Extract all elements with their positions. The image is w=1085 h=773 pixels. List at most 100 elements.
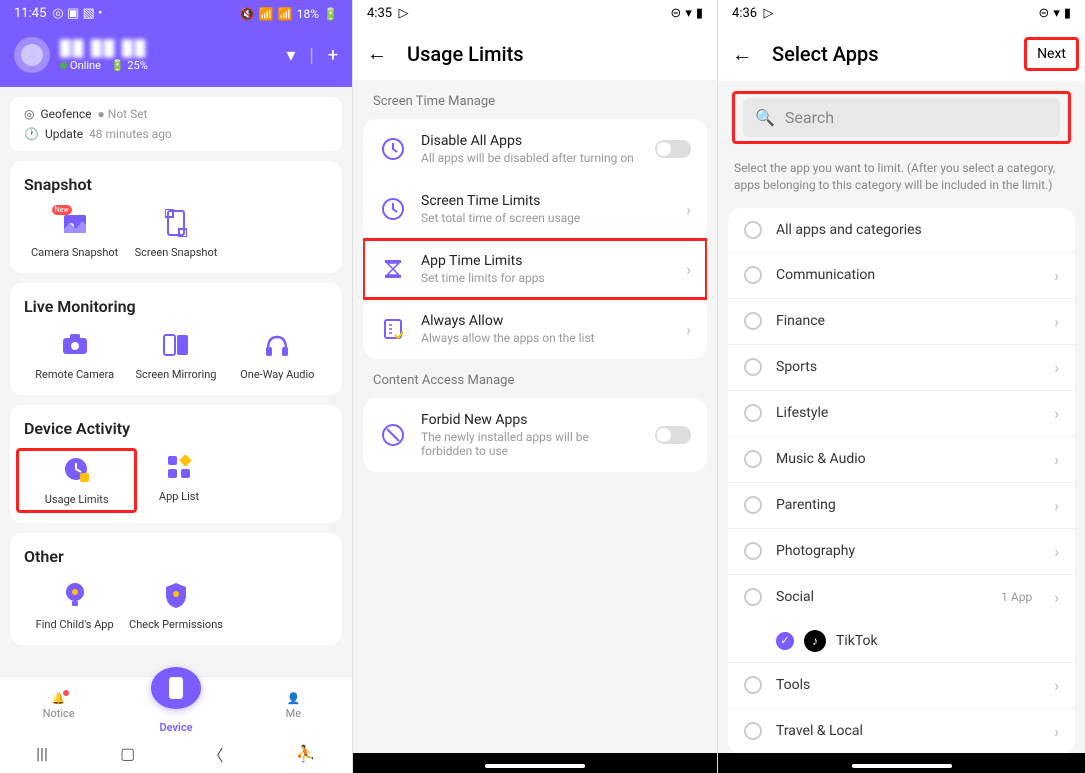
- home-indicator[interactable]: [852, 764, 952, 768]
- nav-notice[interactable]: 🔔 Notice: [0, 677, 117, 734]
- find-childs-app-item[interactable]: Find Child's App: [24, 580, 125, 631]
- avatar[interactable]: [14, 37, 50, 73]
- nav-device[interactable]: Device: [117, 677, 234, 734]
- app-time-limits-row[interactable]: App Time Limits Set time limits for apps…: [363, 239, 707, 299]
- camera-icon: [55, 330, 95, 360]
- app-list-item[interactable]: App List: [129, 452, 228, 509]
- app-list-label: App List: [159, 490, 199, 503]
- accessibility-icon[interactable]: ⛹: [296, 744, 316, 763]
- radio[interactable]: [744, 358, 762, 376]
- system-nav: ||| ▢ 〈 ⛹: [0, 734, 352, 773]
- radio[interactable]: [744, 722, 762, 740]
- status-time: 4:36: [732, 6, 757, 21]
- camera-snapshot-icon: New: [55, 208, 95, 238]
- online-label: Online: [70, 59, 101, 72]
- battery-pct: 18%: [297, 7, 319, 21]
- radio[interactable]: [744, 404, 762, 422]
- radio[interactable]: [744, 312, 762, 330]
- disable-all-toggle[interactable]: [655, 140, 691, 158]
- header: 11:45 ◎ ▣ ▧ • 🔇 📶 📶 18% 🔋 ██ ██ ██ Onlin…: [0, 0, 352, 87]
- search-field[interactable]: 🔍 Search: [743, 98, 1060, 137]
- add-icon[interactable]: +: [328, 45, 338, 66]
- remote-camera-label: Remote Camera: [35, 368, 114, 381]
- home-icon[interactable]: ▢: [120, 744, 135, 763]
- next-button[interactable]: Next: [1024, 37, 1079, 71]
- chevron-right-icon: ›: [1054, 266, 1059, 285]
- one-way-audio-item[interactable]: One-Way Audio: [227, 330, 328, 381]
- radio[interactable]: [744, 266, 762, 284]
- category-all[interactable]: All apps and categories: [728, 208, 1075, 253]
- forbid-new-apps-row[interactable]: Forbid New Apps The newly installed apps…: [363, 398, 707, 472]
- other-title: Other: [24, 547, 328, 566]
- live-card: Live Monitoring Remote Camera Screen Mir…: [10, 283, 342, 395]
- screen-snapshot-item[interactable]: Screen Snapshot: [125, 208, 226, 259]
- screen-time-limits-row[interactable]: Screen Time Limits Set total time of scr…: [363, 179, 707, 239]
- always-allow-row[interactable]: Always Allow Always allow the apps on th…: [363, 299, 707, 359]
- snapshot-title: Snapshot: [24, 175, 328, 194]
- screen-mirroring-item[interactable]: Screen Mirroring: [125, 330, 226, 381]
- mirroring-icon: [156, 330, 196, 360]
- back-icon[interactable]: 〈: [208, 742, 224, 766]
- screen-time-icon: [379, 195, 407, 223]
- header: ← Usage Limits: [353, 27, 717, 80]
- radio[interactable]: [744, 221, 762, 239]
- camera-snapshot-item[interactable]: New Camera Snapshot: [24, 208, 125, 259]
- checklist-icon: [379, 315, 407, 343]
- clock-icon: 🕐: [24, 127, 39, 141]
- category-finance[interactable]: Finance›: [728, 299, 1075, 345]
- status-bar: 11:45 ◎ ▣ ▧ • 🔇 📶 📶 18% 🔋: [14, 0, 338, 27]
- back-button[interactable]: ←: [732, 42, 752, 67]
- dropdown-icon[interactable]: ▾: [286, 45, 295, 66]
- device-icon: [151, 667, 201, 709]
- section-content-access: Content Access Manage: [353, 359, 717, 398]
- chevron-right-icon: ›: [686, 320, 691, 339]
- app-time-title: App Time Limits: [421, 253, 672, 269]
- back-button[interactable]: ←: [367, 41, 387, 66]
- forbid-new-toggle[interactable]: [655, 426, 691, 444]
- app-tiktok[interactable]: ✓ ♪ TikTok: [728, 620, 1075, 663]
- always-allow-title: Always Allow: [421, 313, 672, 329]
- app-list-icon: [159, 452, 199, 482]
- profile-name: ██ ██ ██: [60, 39, 276, 57]
- radio[interactable]: [744, 542, 762, 560]
- category-photography[interactable]: Photography›: [728, 529, 1075, 575]
- usage-limits-item[interactable]: Usage Limits: [16, 448, 137, 513]
- chevron-right-icon: ›: [1054, 676, 1059, 695]
- tiktok-icon: ♪: [804, 630, 826, 652]
- bottom-nav: 🔔 Notice Device 👤 Me: [0, 676, 352, 734]
- hint-text: Select the app you want to limit. (After…: [718, 154, 1085, 208]
- radio-checked[interactable]: ✓: [776, 632, 794, 650]
- category-communication[interactable]: Communication ›: [728, 253, 1075, 299]
- status-bar: 4:35 ▷ ⊝ ▾ ▮: [353, 0, 717, 27]
- category-label: Communication: [776, 267, 1040, 283]
- battery-icon: 🔋: [323, 7, 338, 21]
- remote-camera-item[interactable]: Remote Camera: [24, 330, 125, 381]
- page-title: Usage Limits: [407, 42, 524, 66]
- disable-icon: [379, 135, 407, 163]
- category-tools[interactable]: Tools›: [728, 663, 1075, 709]
- radio[interactable]: [744, 676, 762, 694]
- recents-icon[interactable]: |||: [36, 744, 48, 763]
- disable-all-apps-row[interactable]: Disable All Apps All apps will be disabl…: [363, 119, 707, 179]
- radio[interactable]: [744, 450, 762, 468]
- disable-all-title: Disable All Apps: [421, 133, 641, 149]
- radio[interactable]: [744, 496, 762, 514]
- category-lifestyle[interactable]: Lifestyle›: [728, 391, 1075, 437]
- shield-icon: [156, 580, 196, 610]
- lightbulb-icon: [55, 580, 95, 610]
- chevron-right-icon: ›: [1054, 450, 1059, 469]
- snapshot-card: Snapshot New Camera Snapshot Screen Snap…: [10, 161, 342, 273]
- category-parenting[interactable]: Parenting›: [728, 483, 1075, 529]
- category-travel-local[interactable]: Travel & Local›: [728, 709, 1075, 754]
- home-indicator[interactable]: [485, 764, 585, 768]
- nav-me[interactable]: 👤 Me: [235, 677, 352, 734]
- person-icon: 👤: [286, 692, 300, 705]
- live-title: Live Monitoring: [24, 297, 328, 316]
- profile-row[interactable]: ██ ██ ██ Online 🔋 25% ▾ | +: [14, 37, 338, 73]
- check-permissions-item[interactable]: Check Permissions: [125, 580, 226, 631]
- nav-notice-label: Notice: [43, 707, 75, 720]
- category-music-audio[interactable]: Music & Audio›: [728, 437, 1075, 483]
- category-sports[interactable]: Sports›: [728, 345, 1075, 391]
- category-social[interactable]: Social 1 App ›: [728, 575, 1075, 620]
- radio[interactable]: [744, 588, 762, 606]
